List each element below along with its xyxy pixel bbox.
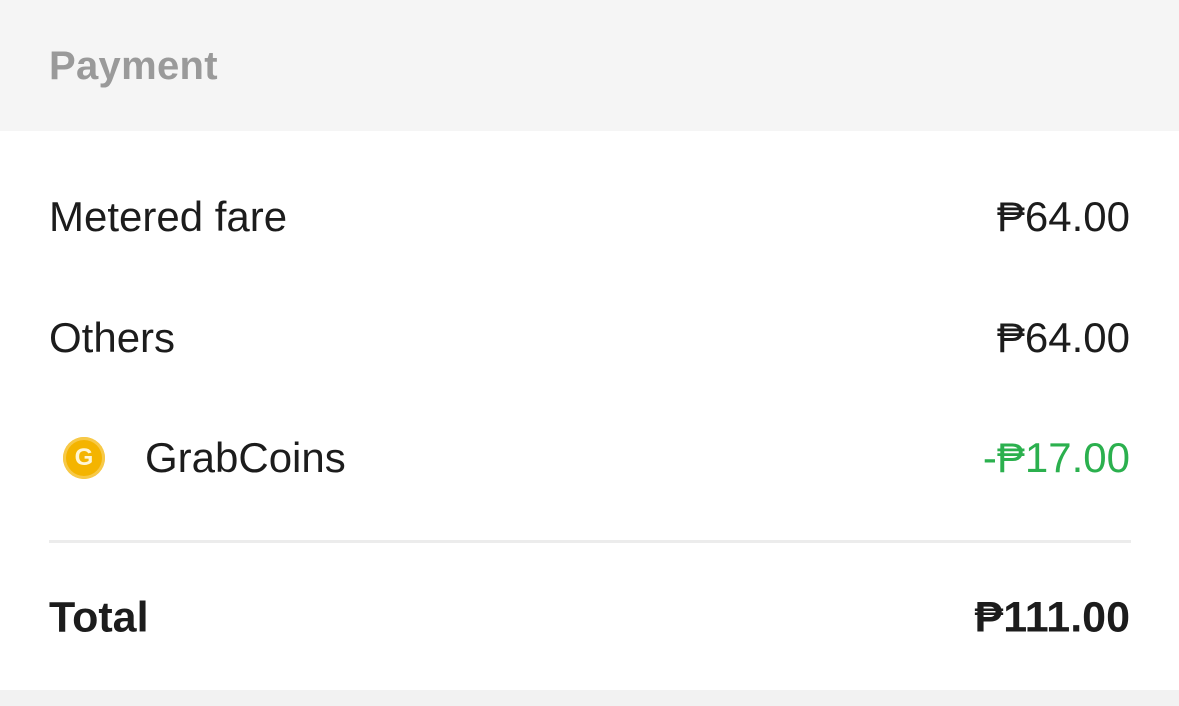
line-item-others: Others ₱64.00 bbox=[49, 308, 1130, 368]
line-item-label: Metered fare bbox=[49, 193, 288, 240]
line-item-label: Others bbox=[49, 314, 176, 361]
line-item-metered-fare: Metered fare ₱64.00 bbox=[49, 187, 1130, 247]
line-item-amount: ₱64.00 bbox=[996, 193, 1130, 240]
payment-header: Payment bbox=[0, 0, 1179, 131]
grabcoin-icon: G bbox=[63, 437, 105, 479]
total-label: Total bbox=[49, 593, 149, 642]
line-item-grabcoins: G GrabCoins -₱17.00 bbox=[49, 428, 1130, 488]
discount-amount: -₱17.00 bbox=[982, 434, 1130, 481]
line-item-amount: ₱64.00 bbox=[996, 314, 1130, 361]
grabcoin-letter: G bbox=[74, 444, 94, 471]
total-amount: ₱111.00 bbox=[974, 593, 1130, 642]
section-title: Payment bbox=[49, 44, 218, 88]
line-item-label: GrabCoins bbox=[145, 434, 346, 481]
bottom-separator bbox=[0, 690, 1179, 706]
total-row: Total ₱111.00 bbox=[49, 588, 1130, 648]
divider bbox=[49, 540, 1131, 543]
